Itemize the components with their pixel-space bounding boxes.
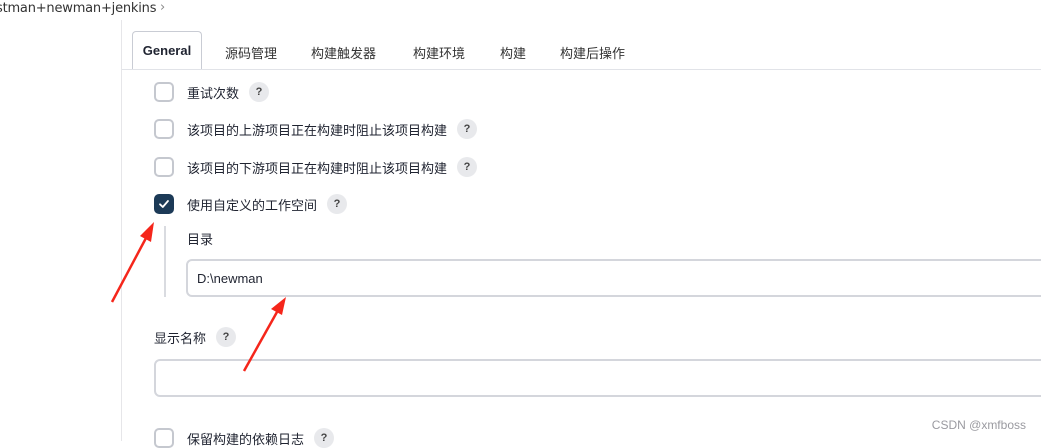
watermark: CSDN @xmfboss [931, 418, 1026, 432]
annotation-arrows [110, 222, 286, 372]
annotation-arrow-directory [242, 297, 286, 372]
annotation-arrow-checkbox [110, 222, 154, 303]
